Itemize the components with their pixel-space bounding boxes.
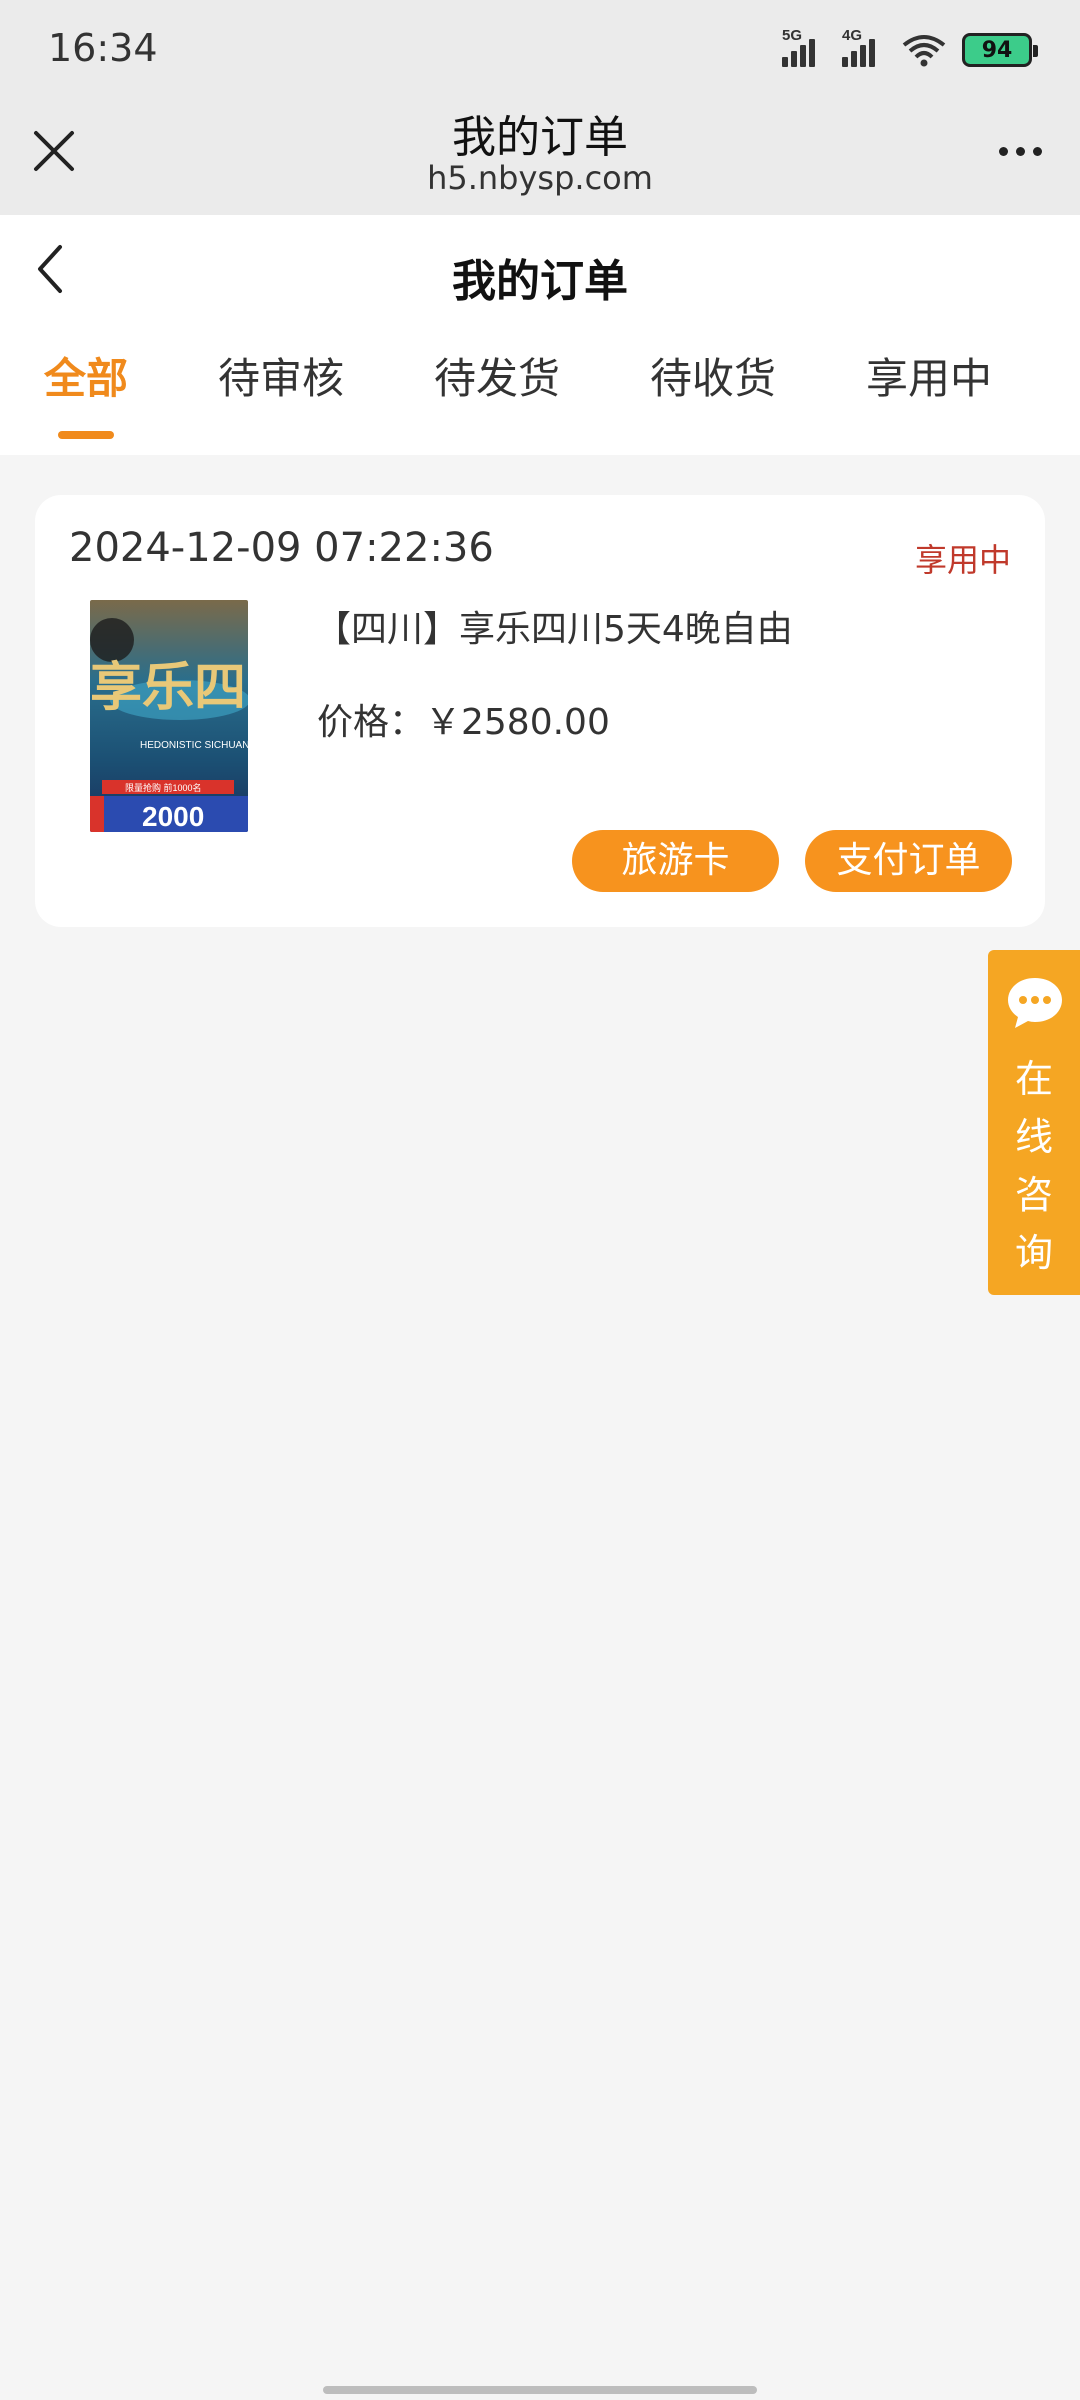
page-title: 我的订单 xyxy=(452,256,628,307)
online-consult-button[interactable]: 在 线 咨 询 xyxy=(988,950,1080,1295)
tab-pending-receipt[interactable]: 待收货 xyxy=(650,345,776,406)
product-name[interactable]: 【四川】享乐四川5天4晚自由 xyxy=(315,600,793,652)
product-thumbnail[interactable]: 享乐四 HEDONISTIC SICHUAN 限量抢购 前1000名 2000 xyxy=(90,600,248,832)
tab-pending-review[interactable]: 待审核 xyxy=(218,345,344,406)
thumbnail-price: 2000 xyxy=(142,801,204,832)
home-indicator[interactable] xyxy=(323,2386,757,2394)
signal-5g-label: 5G xyxy=(782,27,803,44)
order-card[interactable]: 2024-12-09 07:22:36 享用中 享乐四 HEDONISTIC S… xyxy=(35,495,1045,927)
browser-title: 我的订单 xyxy=(452,112,628,163)
wifi-icon xyxy=(902,35,946,67)
tab-pending-shipment[interactable]: 待发货 xyxy=(434,345,560,406)
more-options-icon[interactable] xyxy=(988,125,1052,177)
browser-header: 我的订单 h5.nbysp.com xyxy=(0,95,1080,215)
pay-order-button[interactable]: 支付订单 xyxy=(805,830,1012,892)
consult-char: 线 xyxy=(1014,1115,1053,1159)
thumbnail-subtitle: HEDONISTIC SICHUAN xyxy=(140,740,248,751)
signal-4g-icon: 4G xyxy=(842,27,886,67)
signal-4g-label: 4G xyxy=(842,27,863,44)
thumbnail-title: 享乐四 xyxy=(90,657,246,718)
consult-char: 咨 xyxy=(1014,1173,1053,1217)
online-consult-label: 在 线 咨 询 xyxy=(988,1050,1080,1282)
battery-icon: 94 xyxy=(962,33,1038,67)
browser-url: h5.nbysp.com xyxy=(427,159,653,197)
page-header: 我的订单 全部 待审核 待发货 待收货 享用中 xyxy=(0,215,1080,455)
order-status: 享用中 xyxy=(914,541,1011,579)
tab-all[interactable]: 全部 xyxy=(44,345,128,406)
chat-bubble-icon xyxy=(1008,978,1062,1028)
travel-card-button[interactable]: 旅游卡 xyxy=(572,830,779,892)
product-thumbnail-image: 享乐四 HEDONISTIC SICHUAN 限量抢购 前1000名 2000 xyxy=(90,600,248,832)
product-price: 价格：￥2580.00 xyxy=(317,702,610,743)
status-time: 16:34 xyxy=(48,26,158,70)
consult-char: 在 xyxy=(1014,1057,1053,1101)
active-tab-indicator xyxy=(58,431,114,439)
status-icons: 5G 4G 94 xyxy=(782,27,1038,70)
status-bar: 16:34 5G 4G 94 xyxy=(0,0,1080,95)
signal-5g-icon: 5G xyxy=(782,27,826,67)
thumbnail-badge: 限量抢购 前1000名 xyxy=(125,782,202,793)
tab-in-use[interactable]: 享用中 xyxy=(866,345,992,406)
order-date: 2024-12-09 07:22:36 xyxy=(69,525,494,571)
order-tabs: 全部 待审核 待发货 待收货 享用中 xyxy=(0,345,1080,455)
consult-char: 询 xyxy=(1014,1231,1053,1275)
